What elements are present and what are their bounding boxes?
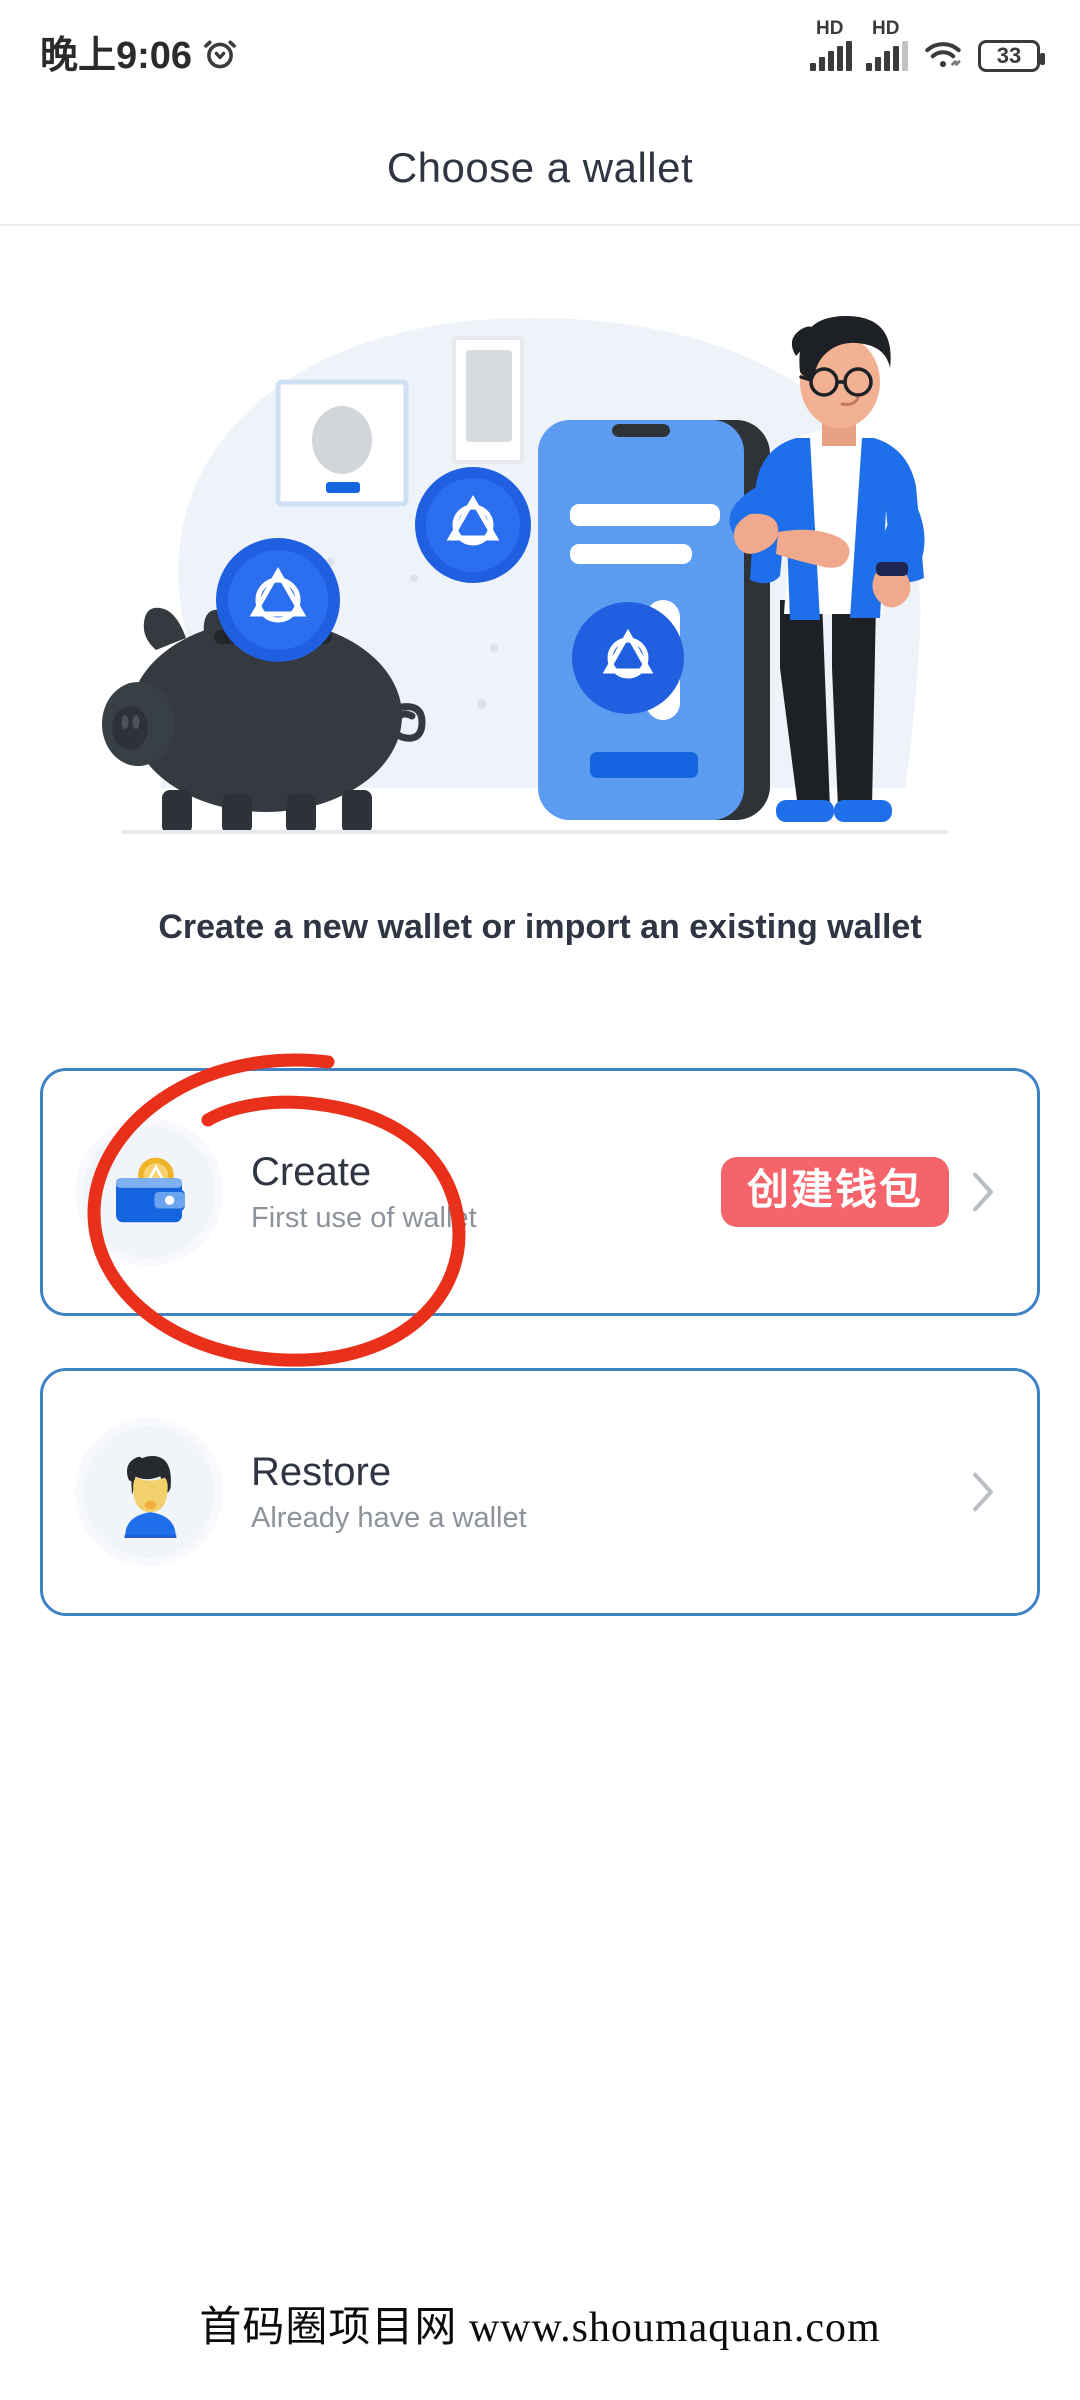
alarm-clock-icon [202,36,238,77]
chevron-right-icon [963,1168,1003,1216]
hero-illustration [0,280,1080,860]
wallet-icon [83,1126,215,1258]
signal-icon-sim1: HD [810,19,852,71]
create-wallet-badge[interactable]: 创建钱包 [720,1157,949,1227]
battery-icon: 33 [978,40,1045,72]
restore-card-title: Restore [251,1449,392,1494]
status-bar-right: HD HD 33 [810,19,1045,75]
wifi-icon [922,38,964,75]
status-clock: 晚上9:06 [40,35,193,77]
user-avatar-icon [83,1426,215,1558]
restore-card-subtitle: Already have a wallet [251,1501,527,1534]
signal-bars-sim2 [866,41,908,71]
page-title: Choose a wallet [386,144,694,191]
status-bar-left: 晚上9:06 [40,36,238,77]
app-screen: 晚上9:06 HD HD 33 Choose a wallet Create a… [0,0,1080,2400]
floating-coin [415,467,531,583]
page-subtitle: Create a new wallet or import an existin… [158,908,922,946]
signal-icon-sim2: HD [866,19,908,71]
hd-label-sim2: HD [872,18,900,39]
footer-watermark: 首码圈项目网 www.shoumaquan.com [199,2305,881,2351]
smartphone [538,420,770,820]
status-bar: 晚上9:06 HD HD 33 [0,0,1080,112]
option-card-restore[interactable]: Restore Already have a wallet [40,1368,1040,1616]
create-card-text: Create First use of wallet [251,1151,721,1233]
chevron-right-icon [963,1468,1003,1516]
signal-bars-sim1 [810,41,852,71]
page-header: Choose a wallet [0,112,1080,226]
battery-level: 33 [996,43,1022,68]
create-card-title: Create [251,1149,372,1194]
hd-label-sim1: HD [816,18,844,39]
wallet-onboarding-illustration [102,316,948,834]
restore-card-text: Restore Already have a wallet [251,1451,963,1533]
option-card-create[interactable]: Create First use of wallet 创建钱包 [40,1068,1040,1316]
create-card-subtitle: First use of wallet [251,1201,477,1234]
